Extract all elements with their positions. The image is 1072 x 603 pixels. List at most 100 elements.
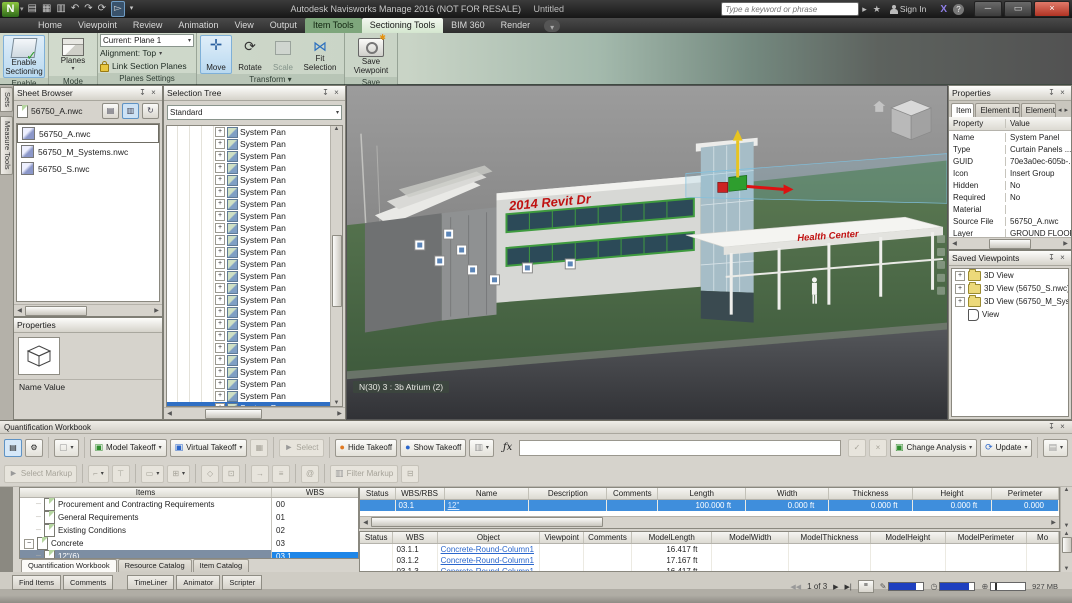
ribbon-tab-item-tools[interactable]: Item Tools (305, 18, 362, 33)
expand-icon[interactable]: + (215, 151, 225, 161)
select-tool-icon[interactable]: ▻ (111, 1, 125, 17)
dock-tab-find-items[interactable]: Find Items (12, 575, 61, 590)
link-section-planes-button[interactable]: Link Section Planes (100, 60, 194, 72)
app-logo-icon[interactable]: N (2, 2, 19, 17)
ribbon-tab-viewpoint[interactable]: Viewpoint (70, 18, 125, 33)
takeoff-table-hscrollbar[interactable]: ◀▶ (360, 516, 1059, 528)
column-header[interactable]: WBS/RBS (395, 488, 444, 500)
table-row[interactable]: 03.1.3Concrete-Round-Column116.417 ft (360, 566, 1059, 572)
update-button[interactable]: ⟳Update▾ (980, 439, 1032, 457)
new-takeoff-button[interactable]: ▤ (4, 439, 22, 457)
accept-formula-button[interactable]: ✓ (848, 439, 866, 457)
enable-sectioning-button[interactable]: Enable Sectioning (3, 35, 45, 78)
expand-icon[interactable]: + (215, 235, 225, 245)
hide-takeoff-button[interactable]: ●Hide Takeoff (335, 439, 398, 457)
expand-icon[interactable]: + (215, 163, 225, 173)
expand-icon[interactable]: + (215, 379, 225, 389)
markup-perpendicular-button[interactable]: ⊤ (112, 465, 130, 483)
tree-item[interactable]: +System Pan (167, 270, 330, 282)
undo-icon[interactable]: ↶ (71, 2, 79, 16)
expand-icon[interactable]: + (215, 175, 225, 185)
sheet-item[interactable]: 56750_S.nwc (17, 160, 159, 177)
print-icon[interactable]: ▥ (56, 2, 65, 16)
takeoff-viewpoint-button[interactable]: ▦ (250, 439, 268, 457)
expand-icon[interactable]: + (215, 367, 225, 377)
select-button[interactable]: ►Select (279, 439, 323, 457)
expand-icon[interactable]: + (215, 211, 225, 221)
viewport-3d[interactable]: 2014 Revit Dr Health Center (346, 85, 948, 420)
close-icon[interactable]: × (331, 87, 342, 99)
property-row[interactable]: RequiredNo (949, 191, 1071, 203)
virtual-takeoff-button[interactable]: ▣Virtual Takeoff▾ (170, 439, 248, 457)
property-row[interactable]: TypeCurtain Panels ... (949, 143, 1071, 155)
column-header[interactable]: Thickness (829, 488, 912, 500)
column-header[interactable]: Comments (607, 488, 658, 500)
column-header[interactable]: Comments (584, 532, 632, 544)
value-column-header[interactable]: Value (1006, 119, 1071, 128)
star-icon[interactable]: ★ (873, 4, 881, 15)
expand-icon[interactable]: + (215, 307, 225, 317)
quant-item-row[interactable]: ─Existing Conditions02 (20, 524, 358, 537)
pin-icon[interactable]: ↧ (1046, 87, 1057, 99)
maximize-button[interactable]: ▭ (1004, 1, 1032, 17)
scene-3d[interactable]: 2014 Revit Dr Health Center (347, 86, 947, 419)
help-icon[interactable]: ? (953, 4, 964, 15)
takeoff-table-vscrollbar[interactable]: ▲▼ (1060, 487, 1072, 529)
close-button[interactable]: × (1034, 1, 1070, 17)
tree-item[interactable]: +System Pan (167, 222, 330, 234)
sheet-item[interactable]: 56750_A.nwc (17, 124, 159, 143)
tree-item[interactable]: +System Pan (167, 330, 330, 342)
expand-icon[interactable]: + (215, 127, 225, 137)
expand-icon[interactable]: + (215, 343, 225, 353)
pin-icon[interactable]: ↧ (320, 87, 331, 99)
column-header[interactable]: Mo (1027, 532, 1059, 544)
close-icon[interactable]: × (1057, 252, 1068, 264)
ribbon-tab-view[interactable]: View (226, 18, 261, 33)
glass-tower[interactable] (701, 142, 754, 293)
ribbon-tab-review[interactable]: Review (125, 18, 171, 33)
tree-item[interactable]: +System Pan (167, 126, 330, 138)
tree-mode-select[interactable]: Standard▾ (167, 105, 342, 120)
expand-icon[interactable]: + (215, 223, 225, 233)
expand-icon[interactable]: + (215, 331, 225, 341)
tree-item[interactable]: +System Pan (167, 366, 330, 378)
column-header[interactable]: Name (444, 488, 529, 500)
property-row[interactable]: NameSystem Panel (949, 131, 1071, 143)
properties-tab-item[interactable]: Item (951, 103, 974, 117)
column-header[interactable]: ModelWidth (712, 532, 789, 544)
tree-item[interactable]: +System Pan (167, 138, 330, 150)
tree-item[interactable]: +System Pan (167, 150, 330, 162)
side-tab-measure-tools[interactable]: Measure Tools (0, 116, 13, 175)
first-sheet-icon[interactable]: ◀◀ (790, 583, 801, 591)
markup-erase-button[interactable]: ≡ (272, 465, 290, 483)
expand-icon[interactable]: + (955, 271, 965, 281)
redo-icon[interactable]: ↷ (84, 2, 92, 16)
tree-item[interactable]: +System Pan (167, 162, 330, 174)
planes-button[interactable]: Planes ▾ (52, 35, 94, 76)
tree-item[interactable]: +System Pan (167, 378, 330, 390)
dock-tab-comments[interactable]: Comments (63, 575, 113, 590)
tree-item[interactable]: +System Pan (167, 318, 330, 330)
filter-markup-button[interactable]: ▥Filter Markup (330, 465, 398, 483)
object-link[interactable]: Concrete-Round-Column1 (441, 545, 534, 554)
column-header[interactable]: WBS (393, 532, 437, 544)
model-takeoff-button[interactable]: ▣Model Takeoff▾ (90, 439, 167, 457)
close-icon[interactable]: × (148, 87, 159, 99)
property-row[interactable]: IconInsert Group (949, 167, 1071, 179)
pin-icon[interactable]: ↧ (1046, 421, 1057, 433)
current-plane-select[interactable]: Current: Plane 1▾ (100, 34, 194, 47)
properties-tab-element[interactable]: Element (1021, 103, 1056, 117)
quant-item-row[interactable]: ─General Requirements01 (20, 511, 358, 524)
expand-icon[interactable]: + (215, 355, 225, 365)
viewpoint-item[interactable]: +3D View (952, 269, 1068, 282)
tree-item[interactable]: +System Pan (167, 282, 330, 294)
column-header[interactable]: ModelPerimeter (945, 532, 1026, 544)
markup-line-button[interactable]: ⌐▾ (88, 465, 109, 483)
column-header[interactable]: ModelLength (631, 532, 712, 544)
column-header[interactable]: Status (360, 532, 393, 544)
exchange-apps-icon[interactable]: X (940, 4, 947, 15)
markup-bucket-button[interactable]: ◇ (201, 465, 219, 483)
column-header[interactable]: ModelHeight (870, 532, 945, 544)
selection-tree-vscrollbar[interactable]: ▲▼ (330, 126, 342, 406)
item-preview-button[interactable] (18, 337, 60, 375)
